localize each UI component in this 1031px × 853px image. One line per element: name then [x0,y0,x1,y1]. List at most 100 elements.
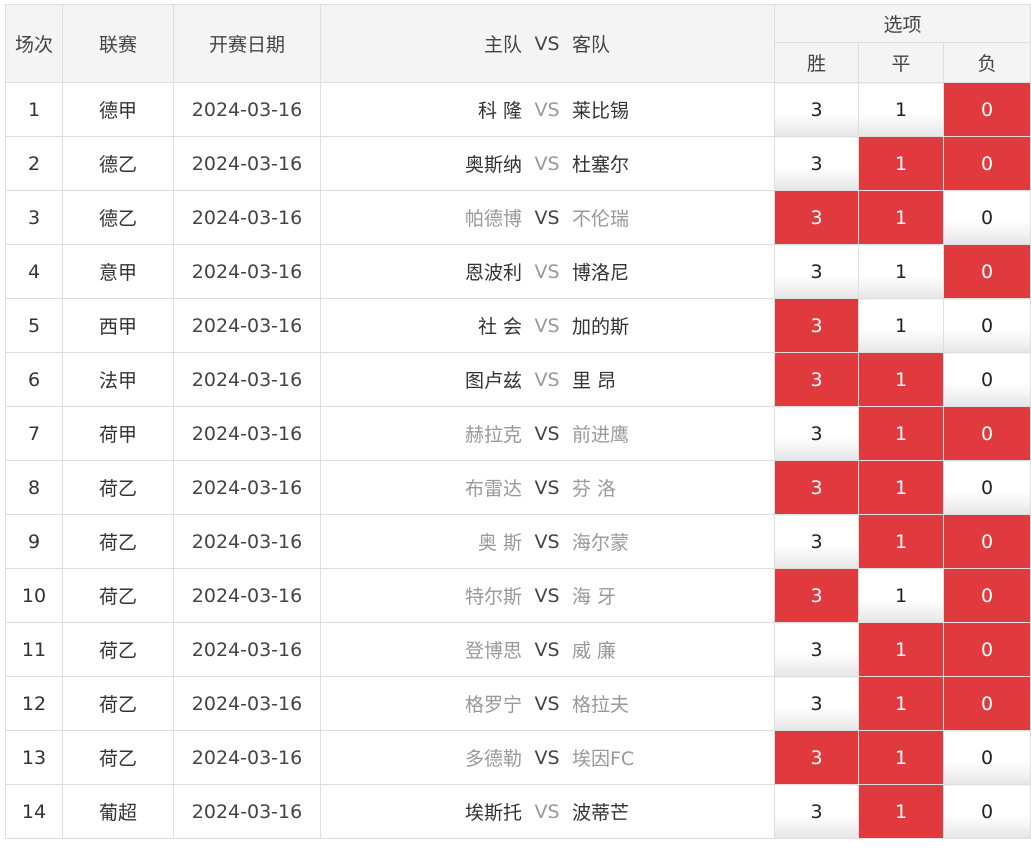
match-number: 6 [5,352,63,407]
away-team: 芬 洛 [572,478,617,500]
home-team: 奥斯纳 [464,154,522,176]
option-draw[interactable]: 1 [858,460,944,515]
option-win[interactable]: 3 [774,676,859,731]
vs-label: VS [534,692,560,715]
option-win[interactable]: 3 [774,82,859,137]
option-lose[interactable]: 0 [942,352,1031,407]
option-win[interactable]: 3 [774,406,859,461]
league-name: 德乙 [62,190,174,245]
match-teams-wrap: 科 隆 VS 莱比锡 [321,96,774,123]
match-number: 4 [5,244,63,299]
match-date: 2024-03-16 [173,406,321,461]
option-draw[interactable]: 1 [858,82,944,137]
match-teams: 科 隆 VS 莱比锡 [320,82,775,137]
home-team: 社 会 [477,316,522,338]
home-team: 登博思 [464,640,522,662]
option-lose[interactable]: 0 [942,406,1031,461]
option-draw[interactable]: 1 [858,622,944,677]
header-match: 主队 VS 客队 [320,4,775,83]
league-name: 葡超 [62,784,174,839]
match-teams-wrap: 特尔斯 VS 海 牙 [321,582,774,609]
vs-label: VS [534,206,560,229]
match-teams-wrap: 格罗宁 VS 格拉夫 [321,690,774,717]
vs-label: VS [534,746,560,769]
table-row: 10 荷乙 2024-03-16 特尔斯 VS 海 牙310 [5,568,1031,623]
match-teams-wrap: 帕德博 VS 不伦瑞 [321,204,774,231]
away-team: 格拉夫 [572,694,630,716]
match-teams-wrap: 恩波利 VS 博洛尼 [321,258,774,285]
option-draw[interactable]: 1 [858,244,944,299]
table-row: 1 德甲 2024-03-16 科 隆 VS 莱比锡 3 1 0 [5,82,1031,137]
option-lose[interactable]: 0 [942,244,1031,299]
league-name: 法甲 [62,352,174,407]
option-lose[interactable]: 0 [942,136,1031,191]
option-lose[interactable]: 0 [942,190,1031,245]
option-draw[interactable]: 1 [858,406,944,461]
home-team: 埃斯托 [464,802,522,824]
home-team: 恩波利 [464,262,522,284]
league-name: 荷乙 [62,568,174,623]
table-row: 2 德乙 2024-03-16 奥斯纳 VS 杜塞尔 3 1 0 [5,136,1031,191]
match-date: 2024-03-16 [173,82,321,137]
match-date: 2024-03-16 [173,676,321,731]
option-lose[interactable]: 0 [942,568,1031,623]
option-draw[interactable]: 1 [858,676,944,731]
option-lose[interactable]: 0 [942,514,1031,569]
option-lose[interactable]: 0 [942,82,1031,137]
away-team: 里 昂 [572,370,617,392]
option-lose[interactable]: 0 [942,298,1031,353]
league-name: 荷乙 [62,460,174,515]
league-name: 德乙 [62,136,174,191]
league-name: 荷乙 [62,514,174,569]
option-win[interactable]: 3 [774,514,859,569]
match-date: 2024-03-16 [173,244,321,299]
match-number: 8 [5,460,63,515]
match-teams: 社 会 VS 加的斯 [320,298,775,353]
match-date: 2024-03-16 [173,352,321,407]
match-teams-wrap: 图卢兹 VS 里 昂 [321,366,774,393]
option-draw[interactable]: 1 [858,514,944,569]
option-draw[interactable]: 1 [858,190,944,245]
option-win[interactable]: 3 [774,244,859,299]
option-win[interactable]: 3 [774,298,859,353]
option-win[interactable]: 3 [774,568,859,623]
table-row: 7 荷甲 2024-03-16 赫拉克 VS 前进鹰 3 1 0 [5,406,1031,461]
option-win[interactable]: 3 [774,136,859,191]
match-number: 14 [5,784,63,839]
match-date: 2024-03-16 [173,190,321,245]
match-teams-wrap: 奥 斯 VS 海尔蒙 [321,528,774,555]
vs-label: VS [534,638,560,661]
option-win[interactable]: 3 [774,622,859,677]
option-win[interactable]: 3 [774,190,859,245]
table-row: 13 荷乙 2024-03-16 多德勒 VS 埃因FC 3 1 0 [5,730,1031,785]
option-draw[interactable]: 1 [858,298,944,353]
option-lose[interactable]: 0 [942,460,1031,515]
away-team: 杜塞尔 [572,154,630,176]
match-date: 2024-03-16 [173,568,321,623]
option-lose[interactable]: 0 [942,730,1031,785]
option-win[interactable]: 3 [774,784,859,839]
option-draw[interactable]: 1 [858,136,944,191]
match-teams: 登博思 VS 威 廉 [320,622,775,677]
match-teams-wrap: 奥斯纳 VS 杜塞尔 [321,150,774,177]
away-team: 埃因FC [572,748,635,770]
option-win[interactable]: 3 [774,352,859,407]
option-lose[interactable]: 0 [942,622,1031,677]
match-teams-wrap: 社 会 VS 加的斯 [321,312,774,339]
header-date: 开赛日期 [173,4,321,83]
option-lose[interactable]: 0 [942,676,1031,731]
option-win[interactable]: 3 [774,460,859,515]
option-draw[interactable]: 1 [858,568,944,623]
match-date: 2024-03-16 [173,460,321,515]
match-date: 2024-03-16 [173,514,321,569]
vs-label: VS [534,98,560,121]
home-team: 帕德博 [464,208,522,230]
match-date: 2024-03-16 [173,622,321,677]
option-draw[interactable]: 1 [858,730,944,785]
table-row: 3 德乙 2024-03-16 帕德博 VS 不伦瑞 3 1 0 [5,190,1031,245]
option-draw[interactable]: 1 [858,784,944,839]
option-win[interactable]: 3 [774,730,859,785]
home-team: 多德勒 [464,748,522,770]
option-lose[interactable]: 0 [942,784,1031,839]
option-draw[interactable]: 1 [858,352,944,407]
